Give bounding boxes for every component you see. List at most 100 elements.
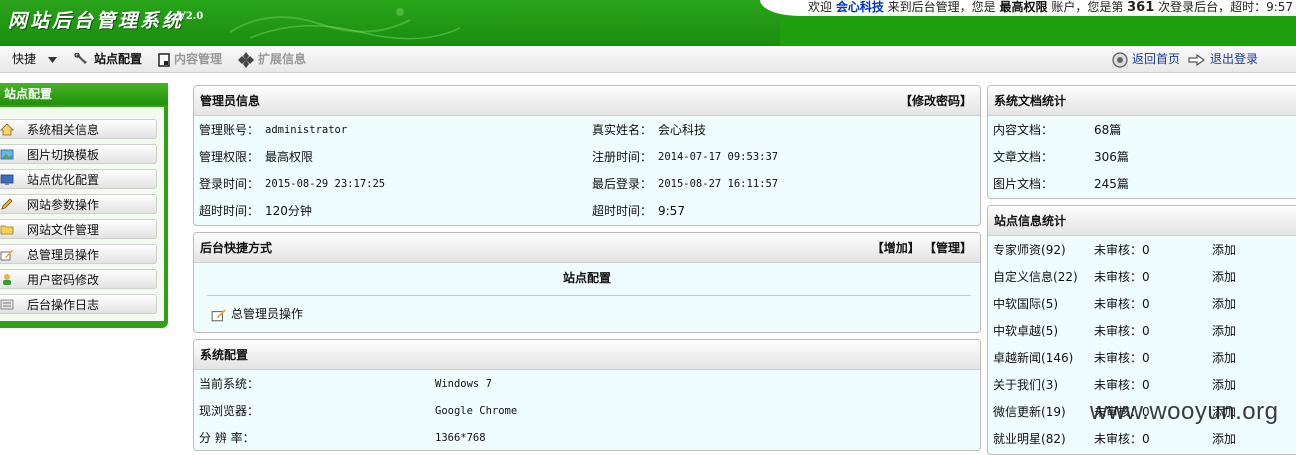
ext-info-tab[interactable]: 扩展信息 [238, 46, 306, 73]
site-stats-row: 中软国际(5) 未审核：0 添加 [993, 291, 1293, 318]
user-icon [3, 274, 11, 285]
category-count: (19) [1041, 405, 1066, 419]
field-value: 2015-08-27 16:11:57 [658, 178, 779, 190]
sidebar-item-label: 后台操作日志 [27, 298, 100, 312]
field-value: 120分钟 [265, 204, 312, 218]
doc-stats-row: 图片文档： 245篇 [993, 171, 1293, 198]
brand-logo: 网站后台管理系统 [8, 10, 185, 32]
company-name: 会心科技 [835, 0, 884, 14]
field-label: 超时时间： [199, 204, 260, 218]
decorative-pattern [229, 8, 461, 40]
sidebar-item-label: 系统相关信息 [27, 123, 100, 137]
arrow-right-icon [1188, 53, 1206, 66]
category-label: 关于我们 [993, 378, 1042, 392]
field-value: 68篇 [1094, 123, 1122, 137]
logout-link[interactable]: 退出登录 [1188, 46, 1258, 73]
category-name[interactable]: 卓越新闻(146) [993, 345, 1073, 372]
sidebar-item-seo-config[interactable]: 站点优化配置 [0, 169, 157, 189]
logo-area: 网站后台管理系统 V2.0 [0, 0, 780, 46]
site-config-label: 站点配置 [94, 52, 143, 66]
field-label: 管理账号： [199, 123, 260, 137]
sidebar-item-ops-log[interactable]: 后台操作日志 [0, 294, 157, 314]
sidebar-item-image-template[interactable]: 图片切换模板 [0, 144, 157, 164]
monitor-icon [0, 174, 14, 185]
divider [207, 295, 971, 296]
log-icon [0, 299, 14, 310]
manage-shortcut-link[interactable]: 【管理】 [924, 241, 972, 255]
add-link[interactable]: 添加 [1212, 318, 1236, 345]
add-link[interactable]: 添加 [1212, 291, 1236, 318]
field-label: 当前系统： [199, 377, 260, 391]
add-link[interactable]: 添加 [1212, 237, 1236, 264]
sidebar-item-password[interactable]: 用户密码修改 [0, 269, 157, 289]
sidebar-item-label: 网站文件管理 [27, 223, 100, 237]
home-label: 返回首页 [1132, 52, 1181, 66]
version-label: V2.0 [178, 11, 204, 22]
sidebar-item-label: 图片切换模板 [27, 148, 100, 162]
category-label: 自定义信息 [993, 270, 1054, 284]
quick-menu-button[interactable]: 快捷 [12, 46, 61, 73]
field-value: 9:57 [658, 204, 685, 218]
sys-config-row: 分 辨 率： 1366*768 [199, 425, 979, 450]
shortcut-section-title: 站点配置 [562, 271, 611, 285]
category-name[interactable]: 专家师资(92) [993, 237, 1066, 264]
category-count: (5) [1041, 297, 1059, 311]
category-label: 卓越新闻 [993, 351, 1042, 365]
site-stats-row: 关于我们(3) 未审核：0 添加 [993, 372, 1293, 399]
sidebar-item-label: 总管理员操作 [27, 248, 100, 262]
add-link[interactable]: 添加 [1212, 264, 1236, 291]
field-value: 1366*768 [435, 432, 486, 444]
field-value: 会心科技 [658, 123, 707, 137]
shortcut-panel: 后台快捷方式 【增加】 【管理】 站点配置 总管理员操作 [193, 232, 981, 333]
add-link[interactable]: 添加 [1212, 426, 1236, 453]
site-stats-row: 自定义信息(22) 未审核：0 添加 [993, 264, 1293, 291]
home-circle-icon [1112, 51, 1128, 68]
sidebar-item-label: 站点优化配置 [27, 173, 100, 187]
field-value: 2014-07-17 09:53:37 [658, 151, 779, 163]
field-value: 2015-08-29 23:17:25 [265, 178, 386, 190]
admin-info-row: 管理账号： administrator 真实姓名： 会心科技 [199, 117, 979, 144]
caret-down-icon [47, 56, 57, 63]
category-name[interactable]: 自定义信息(22) [993, 264, 1078, 291]
admin-info-header: 管理员信息 【修改密码】 [194, 86, 980, 116]
sidebar-item-system-info[interactable]: 系统相关信息 [0, 119, 157, 139]
shortcut-actions: 【增加】 【管理】 [872, 233, 972, 263]
admin-info-title: 管理员信息 [200, 94, 261, 108]
category-name[interactable]: 中软卓越(5) [993, 318, 1058, 345]
sidebar-item-admin-ops[interactable]: 总管理员操作 [0, 244, 157, 264]
welcome-text: 账户，您是第 [1047, 0, 1128, 14]
site-stats-row: 中软卓越(5) 未审核：0 添加 [993, 318, 1293, 345]
category-name[interactable]: 就业明星(82) [993, 426, 1066, 453]
add-shortcut-link[interactable]: 【增加】 [872, 241, 920, 255]
content-mgmt-tab[interactable]: 内容管理 [158, 46, 222, 73]
category-name[interactable]: 中软国际(5) [993, 291, 1058, 318]
category-name[interactable]: 微信更新(19) [993, 399, 1066, 426]
add-link[interactable]: 添加 [1212, 345, 1236, 372]
category-count: (3) [1041, 378, 1059, 392]
add-link[interactable]: 添加 [1212, 372, 1236, 399]
toolbar: 快捷 站点配置 内容管理 扩展信息 返回首页 退出登录 [0, 46, 1296, 73]
field-label: 登录时间： [199, 177, 260, 191]
doc-stats-header: 系统文档统计 [988, 86, 1296, 116]
category-name[interactable]: 关于我们(3) [993, 372, 1058, 399]
doc-stats-panel: 系统文档统计 内容文档： 68篇 文章文档： 306篇 图片文档： 245篇 [987, 85, 1296, 199]
sidebar-item-site-params[interactable]: 网站参数操作 [0, 194, 157, 214]
field-label: 内容文档： [993, 123, 1054, 137]
category-count: (92) [1041, 243, 1066, 257]
category-label: 中软卓越 [993, 324, 1042, 338]
change-password-link[interactable]: 【修改密码】 [900, 86, 972, 116]
pencil-icon [1, 198, 13, 210]
folder-icon [0, 225, 14, 235]
shortcut-item-admin-ops[interactable]: 总管理员操作 [211, 305, 303, 322]
category-count: (22) [1053, 270, 1078, 284]
field-label: 图片文档： [993, 177, 1054, 191]
sidebar-item-file-mgmt[interactable]: 网站文件管理 [0, 219, 157, 239]
watermark: www.wooyun.org [1090, 398, 1279, 425]
field-label: 文章文档： [993, 150, 1054, 164]
admin-info-row: 管理权限： 最高权限 注册时间： 2014-07-17 09:53:37 [199, 144, 979, 171]
doc-stats-row: 文章文档： 306篇 [993, 144, 1293, 171]
pending-count: 未审核：0 [1094, 243, 1150, 257]
site-config-tab[interactable]: 站点配置 [74, 46, 142, 73]
home-link[interactable]: 返回首页 [1112, 46, 1180, 73]
shortcut-item-label: 总管理员操作 [231, 307, 304, 321]
